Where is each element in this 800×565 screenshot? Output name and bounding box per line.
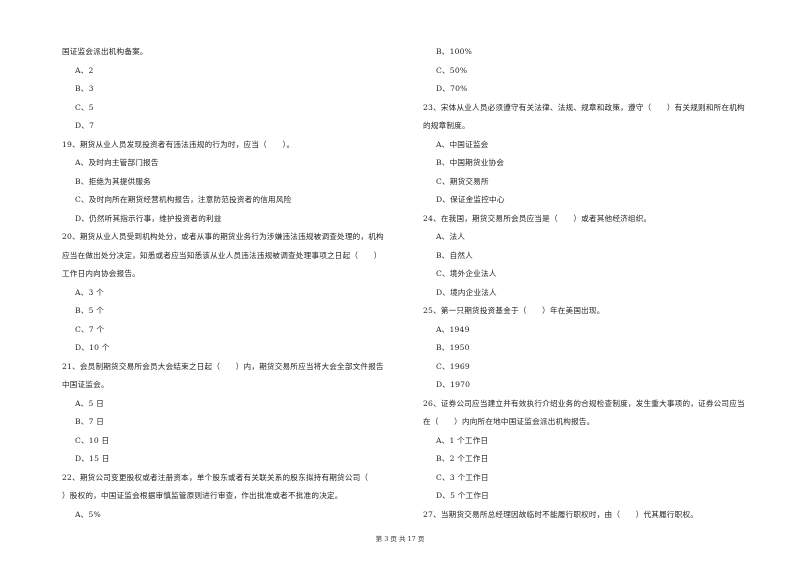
question-text: 21、会员制期货交易所会员大会结束之日起（ ）内，期货交易所应当将大会全部文件报… — [62, 361, 384, 371]
answer-option: D、10 个 — [75, 343, 110, 352]
answer-option: A、1 个工作日 — [436, 435, 489, 445]
right-column: B、100% C、50% D、70% 23、宋体从业人员必须遵守有关法律、法规、规章和… — [423, 43, 768, 524]
question-text: 24、在我国，期货交易所会员应当是（ ）或者其他经济组织。 — [423, 213, 652, 223]
answer-option: C、3 个工作日 — [436, 472, 489, 482]
answer-option: D、15 日 — [75, 454, 110, 463]
answer-option: A、5% — [75, 509, 101, 519]
question-text: 工作日内向协会报告。 — [62, 269, 140, 278]
question-text: 25、第一只期货投资基金于（ ）年在美国出现。 — [423, 306, 605, 315]
question-text: 27、当期货交易所总经理因故临时不能履行职权时，由（ ）代其履行职权。 — [423, 509, 699, 519]
answer-option: C、境外企业法人 — [436, 269, 497, 278]
answer-option: C、7 个 — [75, 324, 105, 334]
question-text: 22、期货公司变更股权或者注册资本，单个股东或者有关联关系的股东拟持有期货公司（ — [62, 472, 369, 482]
answer-option: C、5 — [75, 102, 94, 112]
answer-option: D、境内企业法人 — [436, 287, 497, 297]
answer-option: A、2 — [75, 65, 94, 75]
answer-option: A、法人 — [436, 232, 466, 241]
question-text: 19、期货从业人员发现投资者有违法违规的行为时，应当（ ）。 — [62, 139, 295, 149]
question-text: 23、宋体从业人员必须遵守有关法律、法规、规章和政策，遵守（ ）有关规则和所在机… — [423, 102, 745, 112]
answer-option: B、1950 — [436, 343, 470, 352]
answer-option: D、70% — [436, 84, 468, 93]
answer-option: B、中国期货业协会 — [436, 158, 505, 167]
answer-option: B、7 日 — [75, 417, 105, 426]
question-text: 应当在做出处分决定，知悉或者应当知悉该从业人员违法违规被调查处理事项之日起（ ） — [62, 250, 382, 260]
answer-option: C、50% — [436, 65, 468, 75]
question-text: 26、证券公司应当建立并有效执行介绍业务的合规检查制度，发生重大事项的，证券公司… — [423, 398, 745, 408]
question-text: 国证监会派出机构备案。 — [62, 47, 148, 56]
answer-option: D、1970 — [436, 380, 471, 389]
answer-option: C、1969 — [436, 361, 470, 371]
answer-option: D、仍然听其指示行事，维护投资者的利益 — [75, 213, 222, 223]
question-text: 中国证监会。 — [62, 380, 109, 389]
answer-option: A、3 个 — [75, 287, 104, 297]
answer-option: A、1949 — [436, 324, 470, 334]
left-column: 国证监会派出机构备案。 A、2 B、3 C、5 D、7 19、期货从业人员发现投资者有违法… — [62, 43, 407, 524]
answer-option: B、2 个工作日 — [436, 454, 489, 463]
answer-option: D、5 个工作日 — [436, 491, 489, 500]
answer-option: B、100% — [436, 47, 473, 56]
question-text: ）股权的，中国证监会根据审慎监管原则进行审查，作出批准或者不批准的决定。 — [62, 491, 343, 500]
page-footer: 第 3 页 共 17 页 — [375, 535, 425, 543]
answer-option: A、中国证监会 — [436, 139, 489, 149]
answer-option: C、及时向所在期货经营机构报告，注意防范投资者的信用风险 — [75, 195, 292, 204]
answer-option: B、自然人 — [436, 250, 473, 260]
answer-option: A、5 日 — [75, 398, 104, 408]
answer-option: C、10 日 — [75, 435, 110, 445]
question-text: 的规章制度。 — [423, 121, 470, 130]
question-text: 20、期货从业人员受到机构处分，或者从事的期货业务行为涉嫌违法违规被调查处理的，… — [62, 232, 384, 241]
answer-option: A、及时向主管部门报告 — [75, 158, 159, 167]
answer-option: B、5 个 — [75, 306, 105, 315]
answer-option: B、拒绝为其提供服务 — [75, 176, 151, 186]
question-text: 在（ ）内向所在地中国证监会派出机构报告。 — [423, 417, 595, 426]
answer-option: C、期货交易所 — [436, 176, 489, 186]
answer-option: D、7 — [75, 121, 95, 130]
answer-option: B、3 — [75, 84, 94, 93]
answer-option: D、保证金监控中心 — [436, 195, 505, 204]
